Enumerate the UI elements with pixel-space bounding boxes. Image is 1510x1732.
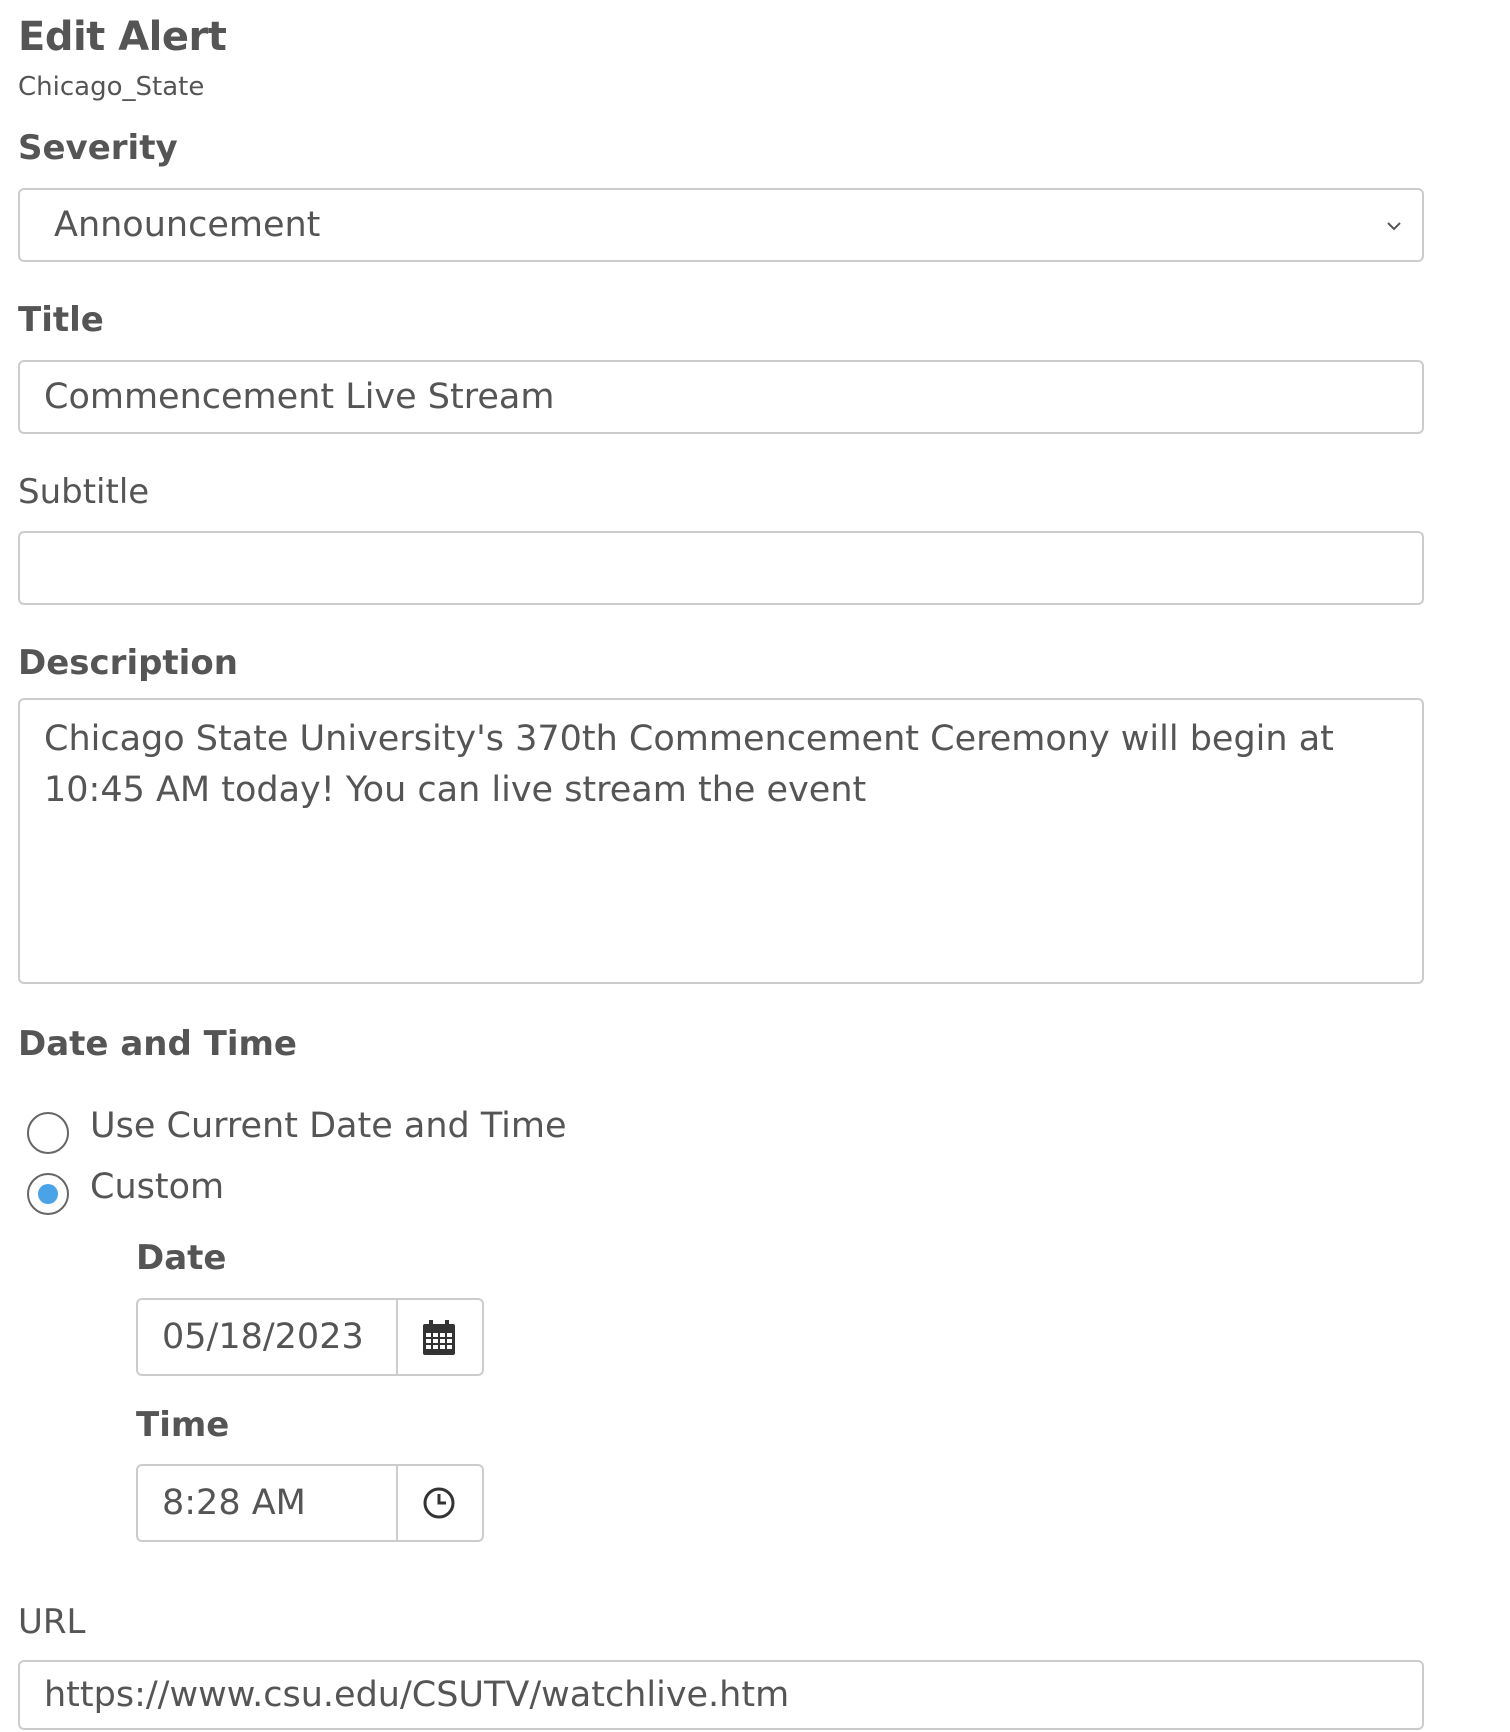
date-time-label: Date and Time (18, 1024, 297, 1064)
chevron-down-icon (1387, 222, 1401, 231)
url-label: URL (18, 1602, 86, 1642)
time-input[interactable]: 8:28 AM (138, 1466, 398, 1540)
time-input-group: 8:28 AM (136, 1464, 484, 1542)
time-label: Time (136, 1405, 230, 1445)
url-input[interactable]: https://www.csu.edu/CSUTV/watchlive.htm (18, 1660, 1424, 1730)
date-input[interactable]: 05/18/2023 (138, 1300, 398, 1374)
radio-use-current[interactable] (27, 1112, 69, 1154)
severity-selected-value: Announcement (54, 205, 321, 245)
title-label: Title (18, 300, 104, 340)
clock-icon (423, 1487, 455, 1519)
description-text: Chicago State University's 370th Commenc… (44, 719, 1334, 810)
description-textarea[interactable]: Chicago State University's 370th Commenc… (18, 698, 1424, 984)
radio-custom-label[interactable]: Custom (90, 1167, 224, 1207)
title-input[interactable]: Commencement Live Stream (18, 360, 1424, 434)
radio-custom[interactable] (27, 1173, 69, 1215)
subtitle-label: Subtitle (18, 472, 150, 512)
description-label: Description (18, 643, 238, 683)
calendar-icon (423, 1320, 455, 1355)
radio-selected-dot (38, 1184, 58, 1204)
radio-use-current-label[interactable]: Use Current Date and Time (90, 1106, 567, 1146)
severity-select[interactable]: Announcement (18, 188, 1424, 262)
page-subtitle: Chicago_State (18, 72, 205, 102)
date-picker-button[interactable] (398, 1300, 482, 1374)
time-picker-button[interactable] (398, 1466, 482, 1540)
severity-label: Severity (18, 128, 178, 168)
url-input-value: https://www.csu.edu/CSUTV/watchlive.htm (44, 1675, 790, 1715)
date-input-value: 05/18/2023 (162, 1317, 364, 1357)
time-input-value: 8:28 AM (162, 1483, 306, 1523)
subtitle-input[interactable] (18, 531, 1424, 605)
page-title: Edit Alert (18, 14, 227, 60)
date-input-group: 05/18/2023 (136, 1298, 484, 1376)
date-label: Date (136, 1238, 227, 1278)
title-input-value: Commencement Live Stream (44, 377, 555, 417)
